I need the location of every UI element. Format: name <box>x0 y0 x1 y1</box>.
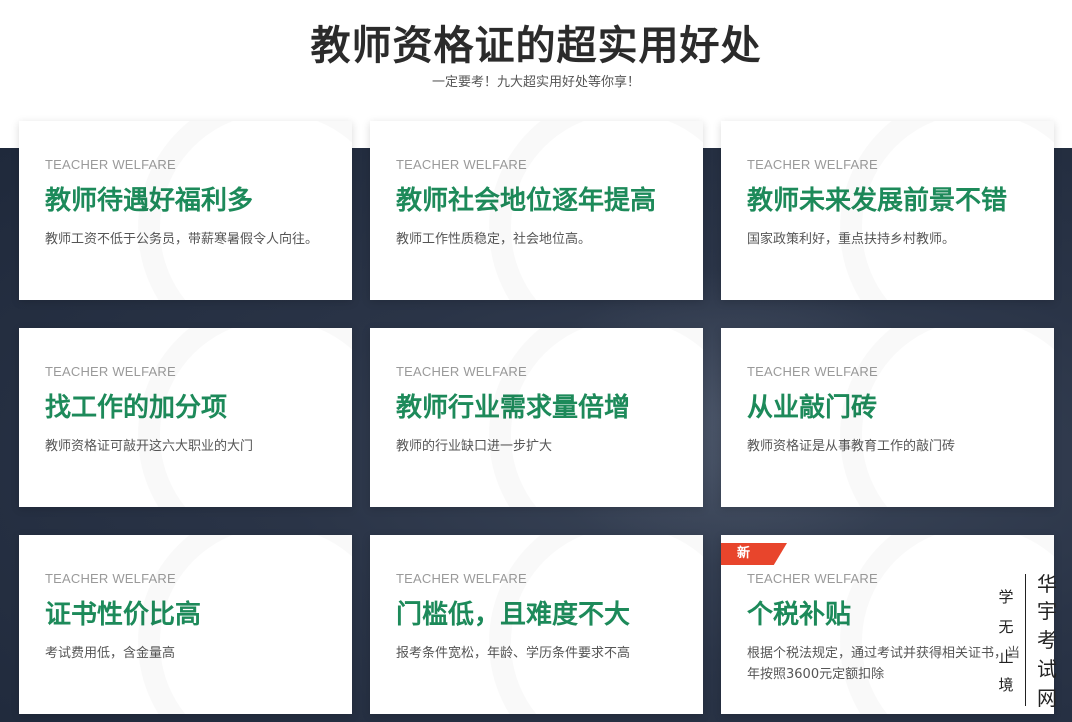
benefit-card[interactable]: TEACHER WELFARE 门槛低，且难度不大 报考条件宽松，年龄、学历条件… <box>370 535 703 714</box>
card-title: 证书性价比高 <box>45 600 202 630</box>
card-title: 个税补贴 <box>747 600 852 630</box>
site-watermark: 学 无 止 境 华 宇 考 试 网 <box>986 568 1066 710</box>
watermark-char: 境 <box>998 676 1014 694</box>
card-description: 教师工资不低于公务员，带薪寒暑假令人向往。 <box>45 232 319 247</box>
page-title: 教师资格证的超实用好处 <box>310 23 762 69</box>
card-description: 教师的行业缺口进一步扩大 <box>396 439 553 454</box>
card-title: 教师未来发展前景不错 <box>747 186 1008 216</box>
watermark-char: 华 <box>1037 572 1057 596</box>
page-subtitle: 一定要考！九大超实用好处等你享！ <box>431 75 640 90</box>
benefit-card[interactable]: TEACHER WELFARE 教师社会地位逐年提高 教师工作性质稳定，社会地位… <box>370 121 703 300</box>
watermark-char: 无 <box>998 618 1014 636</box>
benefit-card[interactable]: TEACHER WELFARE 教师行业需求量倍增 教师的行业缺口进一步扩大 <box>370 328 703 507</box>
card-title: 从业敲门砖 <box>747 393 878 423</box>
new-badge: 新 <box>721 543 787 565</box>
card-title: 教师社会地位逐年提高 <box>396 186 657 216</box>
benefit-card[interactable]: TEACHER WELFARE 从业敲门砖 教师资格证是从事教育工作的敲门砖 <box>721 328 1054 507</box>
card-title: 门槛低，且难度不大 <box>396 600 631 630</box>
card-tag: TEACHER WELFARE <box>45 157 176 172</box>
card-description: 教师资格证是从事教育工作的敲门砖 <box>747 439 956 454</box>
benefit-card[interactable]: TEACHER WELFARE 教师待遇好福利多 教师工资不低于公务员，带薪寒暑… <box>19 121 352 300</box>
card-description: 报考条件宽松，年龄、学历条件要求不高 <box>396 646 631 661</box>
card-title: 教师行业需求量倍增 <box>396 393 631 423</box>
card-description: 国家政策利好，重点扶持乡村教师。 <box>747 232 956 247</box>
watermark-divider <box>1025 574 1026 706</box>
page-header: 教师资格证的超实用好处 一定要考！九大超实用好处等你享！ <box>0 0 1072 120</box>
card-tag: TEACHER WELFARE <box>45 571 176 586</box>
watermark-char: 止 <box>998 648 1014 666</box>
watermark-char: 学 <box>998 588 1014 606</box>
watermark-char: 考 <box>1037 628 1057 652</box>
card-title: 找工作的加分项 <box>45 393 228 423</box>
card-tag: TEACHER WELFARE <box>396 364 527 379</box>
watermark-char: 宇 <box>1037 599 1057 623</box>
card-tag: TEACHER WELFARE <box>396 571 527 586</box>
card-title: 教师待遇好福利多 <box>45 186 254 216</box>
card-description: 教师工作性质稳定，社会地位高。 <box>396 232 592 247</box>
benefit-card[interactable]: TEACHER WELFARE 教师未来发展前景不错 国家政策利好，重点扶持乡村… <box>721 121 1054 300</box>
card-description: 考试费用低，含金量高 <box>45 646 176 661</box>
benefit-card[interactable]: TEACHER WELFARE 找工作的加分项 教师资格证可敲开这六大职业的大门 <box>19 328 352 507</box>
benefit-card[interactable]: TEACHER WELFARE 证书性价比高 考试费用低，含金量高 <box>19 535 352 714</box>
card-tag: TEACHER WELFARE <box>747 157 878 172</box>
card-tag: TEACHER WELFARE <box>747 364 878 379</box>
card-description: 教师资格证可敲开这六大职业的大门 <box>45 439 254 454</box>
card-tag: TEACHER WELFARE <box>45 364 176 379</box>
card-tag: TEACHER WELFARE <box>396 157 527 172</box>
watermark-char: 试 <box>1037 657 1057 681</box>
card-tag: TEACHER WELFARE <box>747 571 878 586</box>
watermark-char: 网 <box>1037 686 1057 710</box>
